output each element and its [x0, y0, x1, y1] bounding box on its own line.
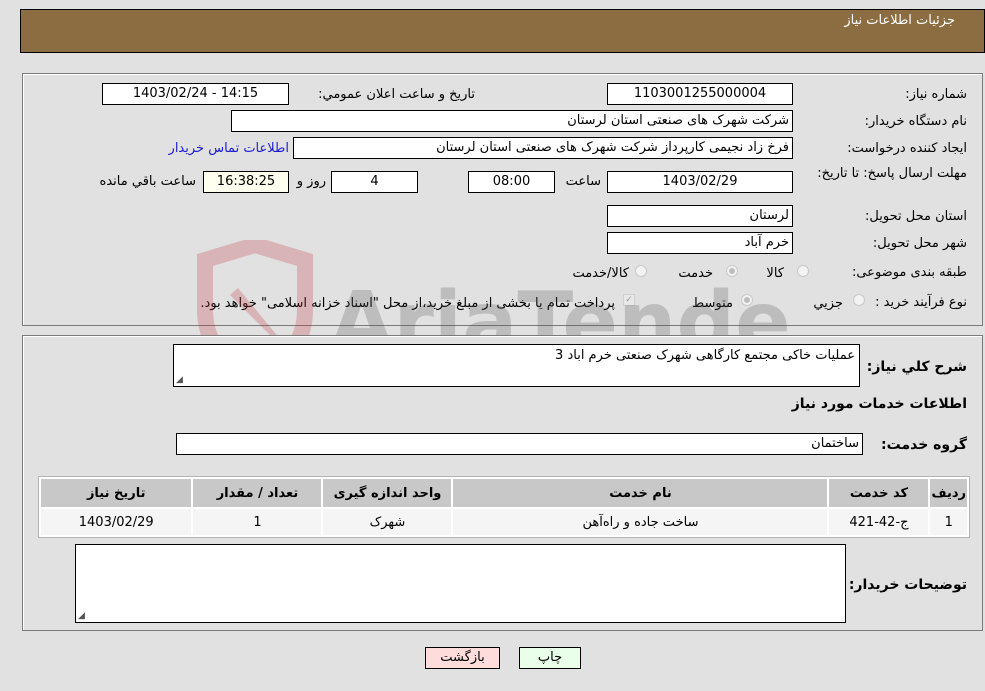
- col-header-need-date: تاریخ نیاز: [41, 479, 192, 507]
- page-header: [20, 9, 985, 53]
- city-label: شهر محل تحویل:: [872, 236, 967, 251]
- col-header-quantity: تعداد / مقدار: [193, 479, 322, 507]
- table-row: 1 ج-42-421 ساخت جاده و راه‌آهن شهرک 1 14…: [41, 509, 967, 535]
- category-radio-goods-service[interactable]: [635, 265, 647, 277]
- process-radio-small[interactable]: [853, 294, 865, 306]
- service-group-label: گروه خدمت:: [881, 437, 967, 453]
- resize-grip-icon[interactable]: ◢: [78, 611, 85, 621]
- payment-checkbox[interactable]: ✓: [623, 294, 635, 306]
- service-group-field[interactable]: ساختمان: [176, 433, 863, 455]
- days-label: روز و: [296, 174, 326, 189]
- buyer-contact-link[interactable]: اطلاعات تماس خریدار: [169, 141, 289, 156]
- creator-field[interactable]: فرخ زاد نجیمی کارپرداز شرکت شهرک های صنع…: [293, 137, 793, 159]
- process-label: نوع فرآیند خرید :: [875, 295, 967, 310]
- table-header-row: ردیف کد خدمت نام خدمت واحد اندازه گیری ت…: [41, 479, 967, 507]
- deadline-time-label: ساعت: [565, 174, 601, 189]
- buyer-org-field[interactable]: شرکت شهرک های صنعتی استان لرستان: [231, 110, 793, 132]
- buyer-org-label: نام دستگاه خریدار:: [864, 114, 967, 129]
- announce-field[interactable]: 1403/02/24 - 14:15: [102, 83, 289, 105]
- process-radio-medium[interactable]: [741, 294, 753, 306]
- days-remaining-field[interactable]: 4: [331, 171, 418, 193]
- announce-label: تاریخ و ساعت اعلان عمومي:: [318, 87, 475, 102]
- col-header-unit: واحد اندازه گیری: [323, 479, 452, 507]
- category-label: طبقه بندی موضوعی:: [851, 265, 967, 280]
- cell-need-date: 1403/02/29: [41, 509, 192, 535]
- category-radio-service[interactable]: [726, 265, 738, 277]
- need-number-field[interactable]: 1103001255000004: [607, 83, 793, 105]
- buyer-notes-label: توضیحات خریدار:: [848, 577, 967, 593]
- process-option-medium: متوسط: [692, 296, 733, 311]
- province-field[interactable]: لرستان: [607, 205, 793, 227]
- back-button[interactable]: بازگشت: [425, 647, 500, 669]
- category-option-goods-service: کالا/خدمت: [572, 266, 629, 281]
- col-header-service-code: کد خدمت: [829, 479, 929, 507]
- creator-label: ایجاد کننده درخواست:: [847, 141, 967, 156]
- payment-note: پرداخت تمام یا بخشی از مبلغ خرید،از محل …: [200, 296, 615, 311]
- category-radio-goods[interactable]: [797, 265, 809, 277]
- buyer-notes-textarea[interactable]: ◢: [75, 544, 846, 623]
- cell-row-number: 1: [930, 509, 967, 535]
- description-label: شرح کلي نیاز:: [866, 359, 967, 375]
- remaining-time-label: ساعت باقي مانده: [99, 174, 196, 189]
- cell-service-name: ساخت جاده و راه‌آهن: [453, 509, 828, 535]
- resize-grip-icon[interactable]: ◢: [176, 375, 183, 385]
- province-label: استان محل تحویل:: [865, 209, 967, 224]
- category-option-goods: کالا: [766, 266, 784, 281]
- services-table: ردیف کد خدمت نام خدمت واحد اندازه گیری ت…: [39, 477, 969, 537]
- print-button[interactable]: چاپ: [519, 647, 581, 669]
- process-option-small: جزیي: [813, 296, 843, 311]
- category-option-service: خدمت: [678, 266, 713, 281]
- description-textarea[interactable]: عملیات خاکی مجتمع کارگاهی شهرک صنعتی خرم…: [173, 344, 860, 387]
- cell-service-code: ج-42-421: [829, 509, 929, 535]
- col-header-service-name: نام خدمت: [453, 479, 828, 507]
- description-text: عملیات خاکی مجتمع کارگاهی شهرک صنعتی خرم…: [555, 348, 855, 363]
- remaining-time-field[interactable]: 16:38:25: [203, 171, 289, 193]
- deadline-label: مهلت ارسال پاسخ: تا تاریخ:: [817, 166, 967, 181]
- services-heading: اطلاعات خدمات مورد نیاز: [791, 396, 967, 412]
- page-title: جزئیات اطلاعات نیاز: [844, 13, 955, 28]
- col-header-row-number: ردیف: [930, 479, 967, 507]
- need-number-label: شماره نیاز:: [905, 87, 967, 102]
- cell-unit: شهرک: [323, 509, 452, 535]
- services-table-wrapper: ردیف کد خدمت نام خدمت واحد اندازه گیری ت…: [38, 476, 970, 538]
- cell-quantity: 1: [193, 509, 322, 535]
- deadline-time-field[interactable]: 08:00: [468, 171, 555, 193]
- city-field[interactable]: خرم آباد: [607, 232, 793, 254]
- deadline-date-field[interactable]: 1403/02/29: [607, 171, 793, 193]
